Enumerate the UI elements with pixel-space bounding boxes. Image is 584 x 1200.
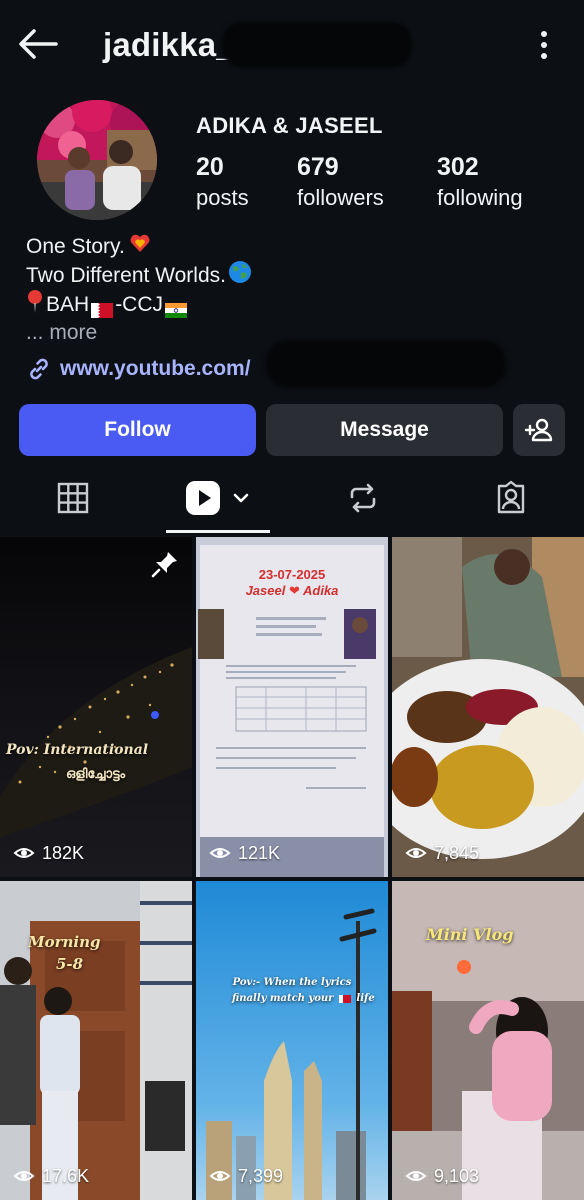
top-bar: jadikka_ (0, 0, 584, 92)
round-pushpin-icon (26, 289, 44, 321)
food-plate-photo (392, 537, 584, 877)
view-count: 7,399 (208, 1164, 283, 1188)
reel-thumbnail[interactable]: Morning 5-8 17.6K (0, 881, 192, 1200)
bio-line-1: One Story. (26, 232, 252, 261)
arrow-left-icon (19, 29, 58, 59)
view-count: 121K (208, 841, 280, 865)
bio-text-2: Two Different Worlds. (26, 264, 226, 287)
avatar-photo (37, 100, 157, 220)
reposts-icon (350, 483, 376, 513)
bio-text-3b: -CCJ (115, 293, 164, 316)
tab-reels[interactable] (166, 468, 270, 528)
view-count-text: 9,103 (434, 1165, 480, 1186)
redaction-mark (266, 340, 506, 388)
morning-door-photo (0, 881, 192, 1200)
redaction-mark (222, 22, 412, 68)
play-icon (405, 1171, 427, 1181)
following-label: following (437, 185, 523, 210)
reel-thumbnail[interactable]: 23-07-2025 Jaseel ❤ Adika 121K (196, 537, 388, 877)
profile-username[interactable]: jadikka_ (103, 26, 235, 64)
reel-thumbnail[interactable]: Pov:- When the lyrics finally match your… (196, 881, 388, 1200)
view-count-text: 182K (42, 842, 85, 863)
back-button[interactable] (16, 26, 60, 62)
chevron-down-icon (233, 493, 249, 503)
posts-label: posts (196, 185, 249, 210)
view-count: 9,103 (404, 1164, 479, 1188)
profile-link[interactable]: www.youtube.com/ (26, 356, 251, 382)
view-count: 7,845 (404, 841, 479, 865)
view-count-text: 17.6K (42, 1165, 90, 1186)
reel-title-b: Adika (303, 583, 339, 598)
display-name: ADIKA & JASEEL (196, 113, 383, 138)
more-options-button[interactable] (528, 28, 560, 62)
bio-line-2: Two Different Worlds. (26, 260, 252, 292)
reel-thumbnail[interactable]: Pov: International ഒളിച്ചോട്ടം 182K (0, 537, 192, 877)
tab-grid[interactable] (30, 468, 116, 528)
bio-text-3a: BAH (46, 293, 90, 316)
tab-tagged[interactable] (468, 468, 554, 528)
india-flag-icon (165, 297, 188, 318)
suggested-accounts-button[interactable] (513, 404, 565, 456)
reel-caption: Morning (28, 933, 101, 951)
reel-caption-2: ഒളിച്ചോട്ടം (66, 767, 126, 782)
reel-caption: Pov: International (6, 742, 149, 758)
globe-icon (228, 260, 252, 292)
reel-caption: Pov:- When the lyrics (232, 977, 352, 988)
posts-stat[interactable]: 20 posts (196, 151, 249, 213)
skyline-photo (196, 881, 388, 1200)
profile-tabs (0, 468, 584, 534)
tab-reposts[interactable] (320, 468, 406, 528)
red-heart-icon: ❤ (288, 583, 300, 598)
view-count: 17.6K (12, 1164, 89, 1188)
reel-caption: Mini Vlog (426, 925, 514, 944)
view-count-text: 7,845 (434, 842, 480, 863)
bio-line-3: BAH -CCJ (26, 289, 252, 321)
posts-count: 20 (196, 153, 224, 181)
profile-link-text: www.youtube.com/ (60, 357, 251, 380)
active-tab-indicator (166, 530, 270, 533)
play-icon (13, 1171, 35, 1181)
bahrain-flag-icon (338, 994, 351, 1003)
followers-label: followers (297, 185, 384, 210)
reel-caption-2: finally match your life (232, 993, 375, 1004)
tagged-icon (497, 480, 525, 514)
play-icon (209, 1171, 231, 1181)
reel-title: Jaseel ❤ Adika (196, 583, 388, 599)
view-count-text: 7,399 (238, 1165, 284, 1186)
followers-stat[interactable]: 679 followers (297, 151, 384, 213)
bio: One Story. Two Different Worlds. BAH -CC… (26, 232, 252, 319)
play-icon (405, 848, 427, 858)
heart-on-fire-icon (129, 232, 151, 262)
link-icon (30, 358, 48, 380)
reel-thumbnail[interactable]: Mini Vlog 9,103 (392, 881, 584, 1200)
view-count: 182K (12, 841, 84, 865)
reels-icon (186, 481, 220, 515)
grid-icon (57, 482, 89, 514)
profile-avatar[interactable] (37, 100, 157, 220)
vertical-dots-icon (541, 31, 547, 59)
view-count-text: 121K (238, 842, 281, 863)
posts-grid: Pov: International ഒളിച്ചോട്ടം 182K 23-0… (0, 537, 584, 1200)
reel-caption-2-text: finally match your (232, 993, 334, 1004)
following-count: 302 (437, 153, 479, 181)
following-stat[interactable]: 302 following (437, 151, 523, 213)
reel-caption-2: 5-8 (56, 955, 84, 973)
reel-title-a: Jaseel (245, 583, 286, 598)
night-city-photo (0, 537, 192, 877)
reel-thumbnail[interactable]: 7,845 (392, 537, 584, 877)
follow-button[interactable]: Follow (19, 404, 256, 456)
bahrain-flag-icon (91, 297, 114, 318)
reel-date-text: 23-07-2025 (258, 567, 326, 582)
bio-more-link[interactable]: ... more (26, 321, 97, 345)
message-button[interactable]: Message (266, 404, 503, 456)
pin-icon (151, 552, 177, 578)
reel-caption-2-tail: life (356, 993, 375, 1004)
play-icon (13, 848, 35, 858)
followers-count: 679 (297, 153, 339, 181)
add-person-icon (524, 418, 553, 442)
play-icon (209, 848, 231, 858)
bio-text-1: One Story. (26, 235, 125, 258)
